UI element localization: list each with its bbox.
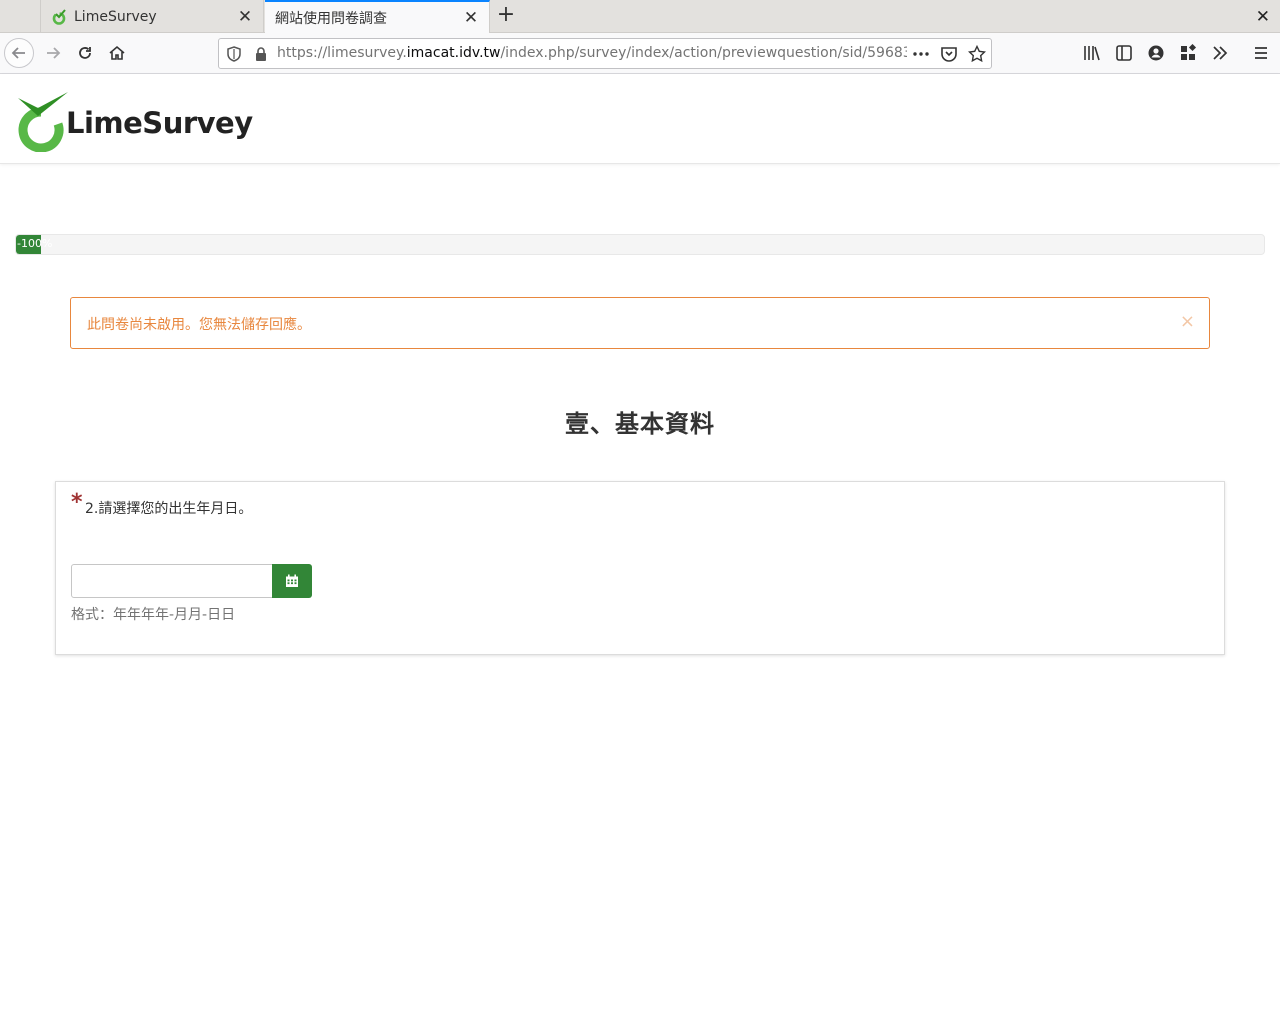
calendar-icon — [286, 574, 298, 587]
limesurvey-favicon-icon — [52, 8, 66, 25]
required-asterisk: * — [71, 490, 83, 515]
home-icon — [109, 45, 125, 60]
more-actions-icon[interactable] — [912, 45, 930, 63]
limesurvey-logo[interactable]: LimeSurvey — [14, 90, 253, 153]
arrow-left-icon — [11, 47, 25, 59]
forward-button[interactable] — [38, 38, 68, 68]
back-button[interactable] — [4, 38, 34, 68]
progress-label: -100% — [17, 237, 53, 250]
logo-mark-icon — [18, 92, 68, 153]
group-title: 壹、基本資料 — [565, 410, 715, 438]
overflow-chevron-icon[interactable] — [1211, 44, 1229, 62]
tab-close-icon[interactable]: ✕ — [235, 7, 255, 27]
tab-survey[interactable]: 網站使用問卷調查 ✕ — [265, 0, 490, 34]
site-header: LimeSurvey — [0, 74, 1280, 164]
new-tab-button[interactable]: + — [495, 4, 517, 27]
tab-title: 網站使用問卷調查 — [275, 11, 387, 27]
survey-progress-bar: -100% — [15, 234, 1265, 255]
pocket-icon[interactable] — [940, 45, 958, 63]
tab-title: LimeSurvey — [74, 8, 157, 25]
home-button[interactable] — [102, 38, 132, 68]
logo-text: LimeSurvey — [66, 106, 253, 140]
arrow-right-icon — [47, 47, 61, 59]
question-card: * 2.請選擇您的出生年月日。 格式：年年年年-月月-日日 — [55, 481, 1225, 655]
url-domain: imacat.idv.tw — [406, 45, 501, 61]
bookmark-star-icon[interactable] — [968, 45, 986, 63]
shield-icon[interactable] — [225, 45, 243, 63]
library-icon[interactable] — [1083, 44, 1101, 62]
url-path: /index.php/survey/index/action/previewqu… — [500, 45, 907, 61]
survey-inactive-alert: 此問卷尚未啟用。您無法儲存回應。 × — [70, 297, 1210, 349]
url-text[interactable]: https://limesurvey.imacat.idv.tw/index.p… — [277, 45, 907, 61]
window-close-icon[interactable]: ✕ — [1256, 7, 1270, 27]
sidebar-icon[interactable] — [1115, 44, 1133, 62]
alert-close-button[interactable]: × — [1180, 311, 1195, 332]
question-text: 2.請選擇您的出生年月日。 — [85, 501, 253, 517]
tab-limesurvey[interactable]: LimeSurvey ✕ — [40, 0, 264, 33]
extensions-icon[interactable] — [1179, 44, 1197, 62]
lock-icon[interactable] — [252, 45, 270, 63]
birthdate-input[interactable] — [71, 564, 273, 598]
reload-button[interactable] — [70, 38, 100, 68]
url-prefix: https://limesurvey. — [277, 45, 407, 61]
tab-bar: LimeSurvey ✕ 網站使用問卷調查 ✕ + ✕ — [0, 0, 1280, 34]
navigation-toolbar: https://limesurvey.imacat.idv.tw/index.p… — [0, 33, 1280, 74]
reload-icon — [79, 47, 91, 59]
tab-close-icon[interactable]: ✕ — [461, 8, 481, 28]
alert-message: 此問卷尚未啟用。您無法儲存回應。 — [87, 317, 311, 333]
calendar-button[interactable] — [272, 564, 312, 598]
address-bar[interactable]: https://limesurvey.imacat.idv.tw/index.p… — [218, 38, 992, 69]
date-format-hint: 格式：年年年年-月月-日日 — [71, 607, 236, 623]
hamburger-menu-icon[interactable] — [1252, 44, 1270, 62]
account-icon[interactable] — [1147, 44, 1165, 62]
